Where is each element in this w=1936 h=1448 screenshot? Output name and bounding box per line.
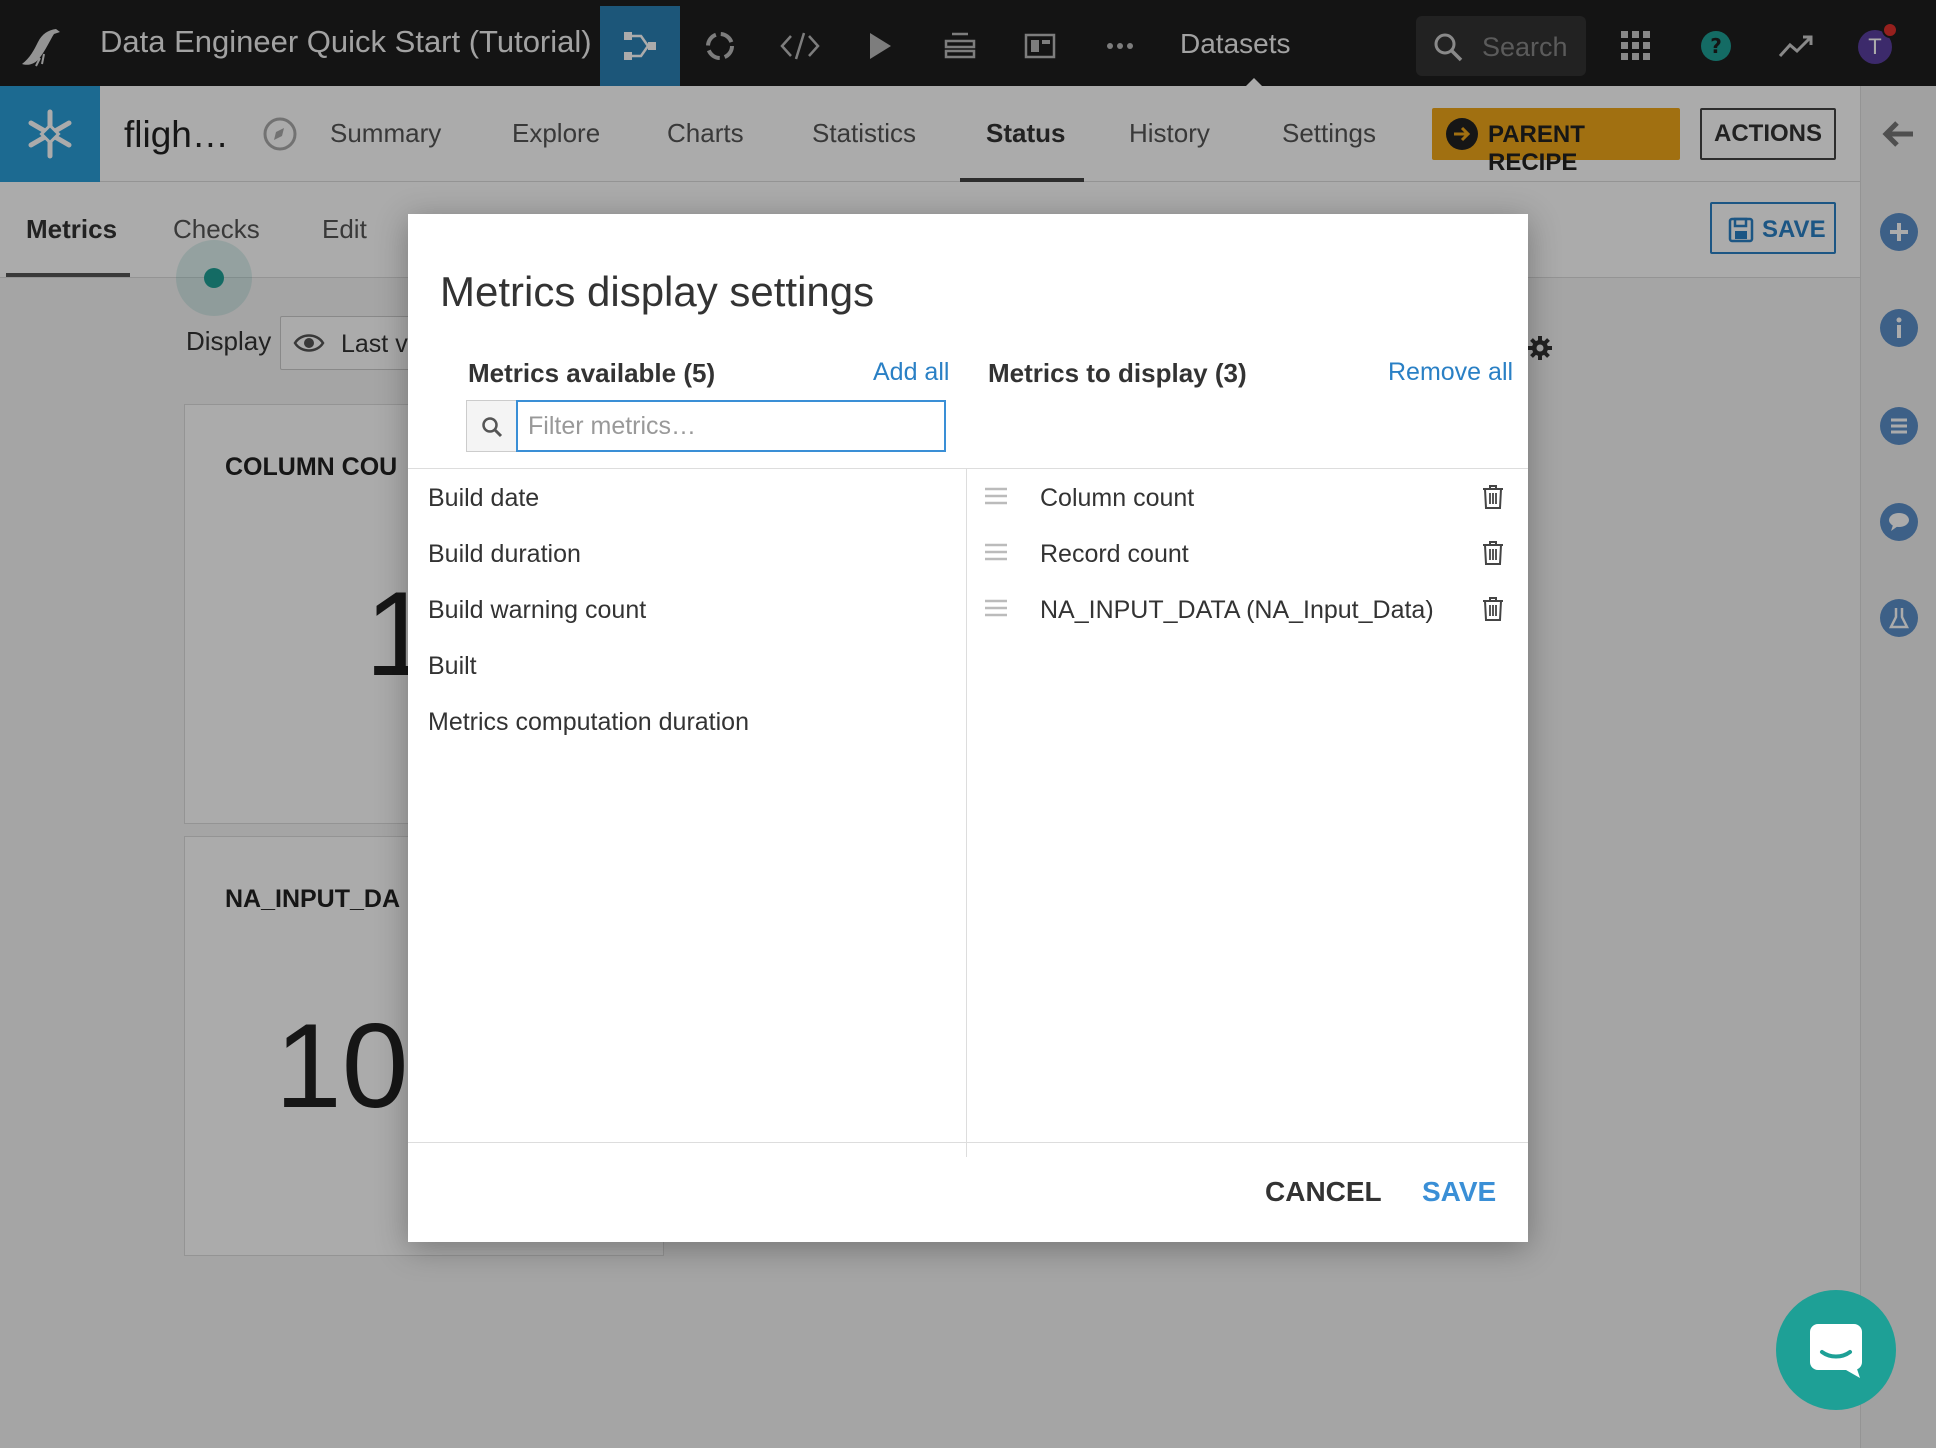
filter-metrics-input[interactable]	[516, 400, 946, 452]
metrics-available-heading: Metrics available (5)	[468, 358, 716, 388]
drag-handle-icon[interactable]	[984, 542, 1008, 562]
modal-title: Metrics display settings	[440, 268, 875, 315]
available-metric-item[interactable]: Build date	[428, 484, 539, 513]
save-button[interactable]: SAVE	[1422, 1176, 1496, 1208]
drag-handle-icon[interactable]	[984, 486, 1008, 506]
add-all-link[interactable]: Add all	[873, 358, 949, 387]
available-metric-item[interactable]: Metrics computation duration	[428, 708, 749, 737]
support-chat-button[interactable]	[1776, 1290, 1896, 1410]
remove-all-link[interactable]: Remove all	[1388, 358, 1513, 387]
display-metric-label: NA_INPUT_DATA (NA_Input_Data)	[1040, 596, 1434, 624]
display-metric-row: Record count	[966, 528, 1526, 578]
cancel-button[interactable]: CANCEL	[1265, 1176, 1382, 1208]
display-metric-label: Column count	[1040, 484, 1195, 512]
trash-icon[interactable]	[1482, 484, 1504, 510]
display-metric-row: NA_INPUT_DATA (NA_Input_Data)	[966, 584, 1526, 634]
available-metric-item[interactable]: Build duration	[428, 540, 581, 569]
available-metric-item[interactable]: Build warning count	[428, 596, 646, 625]
modal-footer-divider	[408, 1142, 1528, 1143]
filter-search-addon	[466, 400, 516, 452]
modal-divider	[408, 468, 1528, 469]
drag-handle-icon[interactable]	[984, 598, 1008, 618]
display-metric-row: Column count	[966, 472, 1526, 522]
available-metric-item[interactable]: Built	[428, 652, 477, 681]
filter-metrics-group	[466, 400, 956, 452]
display-metric-label: Record count	[1040, 540, 1189, 568]
chat-icon	[1810, 1324, 1862, 1378]
metrics-to-display-heading: Metrics to display (3)	[988, 358, 1247, 388]
trash-icon[interactable]	[1482, 540, 1504, 566]
trash-icon[interactable]	[1482, 596, 1504, 622]
metrics-display-settings-modal: Metrics display settings Metrics availab…	[408, 214, 1528, 1242]
search-icon	[482, 417, 503, 438]
